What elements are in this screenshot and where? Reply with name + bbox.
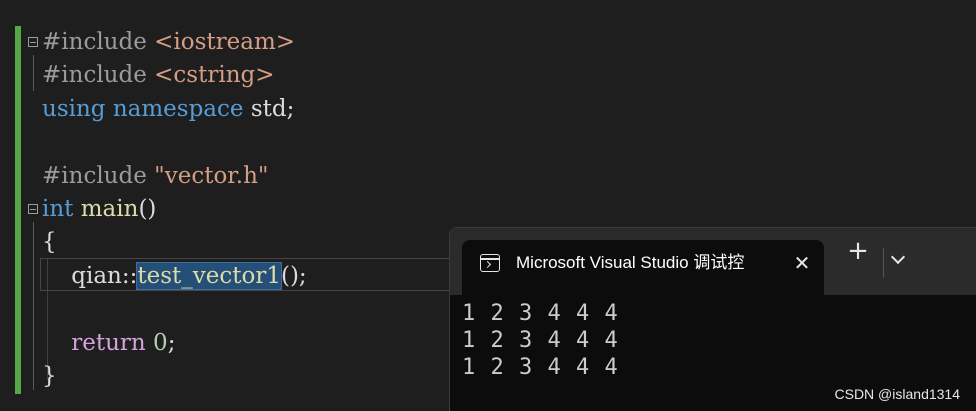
code-token: namespace (112, 95, 244, 122)
fold-guide-line (33, 55, 34, 91)
output-line: 1 2 3 4 4 4 (462, 355, 619, 380)
code-token: } (42, 363, 57, 389)
code-token: #include (42, 62, 155, 89)
code-token: () (138, 196, 157, 222)
terminal-window[interactable]: Microsoft Visual Studio 调试控 ✕ + 1 2 3 4 … (449, 227, 976, 411)
code-token: using (42, 95, 106, 122)
code-token: "vector.h" (154, 162, 269, 189)
code-token: qian:: (42, 262, 138, 289)
fold-collapse-icon[interactable] (28, 204, 38, 214)
tab-separator (883, 248, 884, 278)
new-tab-button[interactable]: + (846, 238, 870, 264)
code-token: <cstring> (154, 62, 275, 89)
chevron-down-icon[interactable] (890, 249, 906, 265)
code-token: int (42, 196, 74, 222)
output-line: 1 2 3 4 4 4 (462, 301, 619, 326)
code-line[interactable]: #include "vector.h" (42, 160, 268, 193)
code-token: #include (42, 29, 155, 55)
code-token: ; (167, 329, 176, 356)
change-tracking-bar (15, 26, 21, 394)
fold-guide-line (33, 222, 34, 390)
code-line[interactable]: qian::test_vector1(); (42, 260, 307, 293)
terminal-tab-title: Microsoft Visual Studio 调试控 (516, 253, 745, 272)
selected-identifier: test_vector1 (136, 261, 282, 290)
code-token: std; (243, 95, 295, 122)
code-line[interactable]: using namespace std; (42, 93, 294, 126)
terminal-tab[interactable]: Microsoft Visual Studio 调试控 ✕ (462, 240, 824, 295)
code-token: return (71, 329, 146, 356)
code-token: (); (280, 262, 307, 289)
code-line[interactable]: } (42, 360, 57, 393)
watermark-text: CSDN @island1314 (834, 386, 961, 402)
code-line[interactable]: int main() (42, 193, 156, 226)
code-token: <iostream> (154, 29, 296, 55)
fold-collapse-icon[interactable] (28, 37, 38, 47)
code-line[interactable]: { (42, 226, 57, 259)
code-line[interactable]: #include <cstring> (42, 59, 275, 92)
code-line[interactable]: return 0; (42, 327, 175, 360)
output-line: 1 2 3 4 4 4 (462, 328, 619, 353)
code-token: { (42, 229, 57, 256)
code-token: 0 (153, 329, 168, 356)
close-tab-icon[interactable]: ✕ (790, 251, 814, 275)
code-token: main (80, 196, 139, 222)
code-line[interactable]: #include <iostream> (42, 26, 295, 59)
terminal-app-icon (480, 254, 500, 272)
terminal-output[interactable]: 1 2 3 4 4 4 1 2 3 4 4 4 1 2 3 4 4 4 (462, 300, 619, 381)
terminal-tab-bar: Microsoft Visual Studio 调试控 ✕ + (450, 228, 976, 295)
code-token: #include (42, 162, 155, 189)
